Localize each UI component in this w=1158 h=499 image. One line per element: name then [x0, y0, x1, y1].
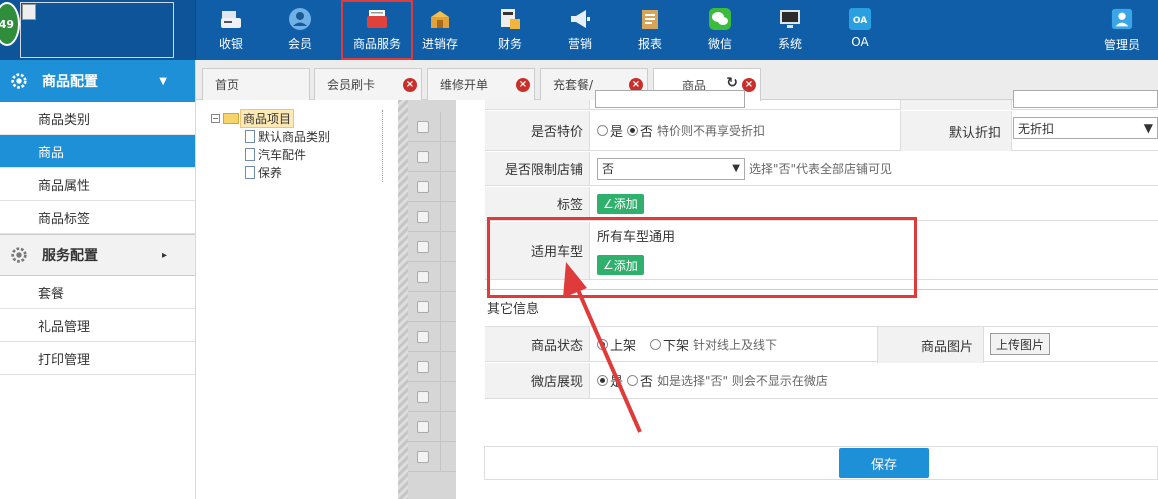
form-footer: 保存 [484, 446, 1158, 480]
app-root: 49 收银 会员 商品服务 进销存 财务 营销 报表 微信 系统 OA OA 管… [0, 0, 1158, 499]
save-button[interactable]: 保存 [839, 448, 929, 478]
annotation-arrow [563, 262, 642, 433]
